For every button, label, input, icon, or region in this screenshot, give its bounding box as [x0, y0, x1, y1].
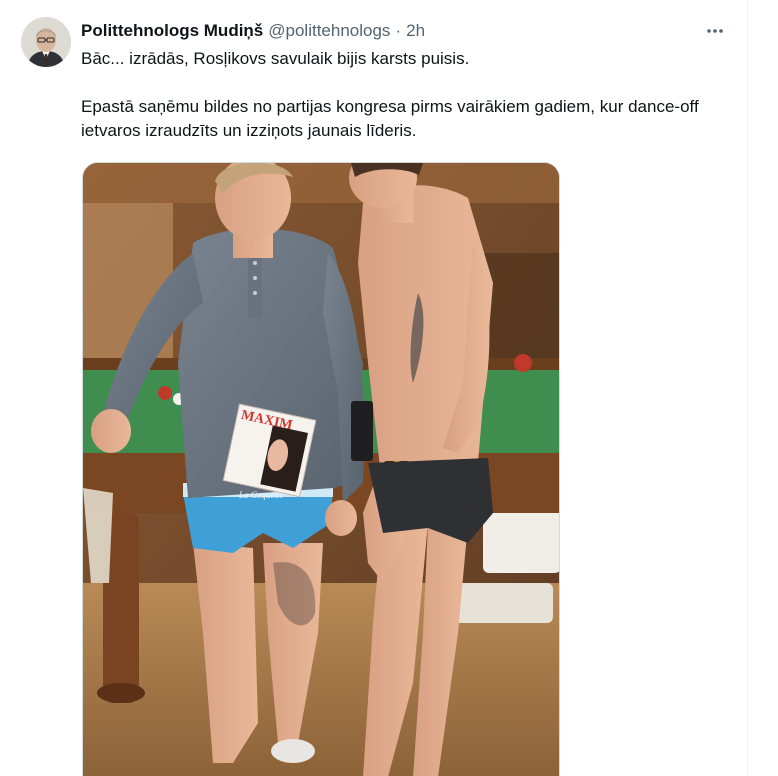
photo-illustration: MAXIM La Coquette [83, 163, 559, 776]
author-display-name[interactable]: Polittehnologs Mudiņš [81, 20, 263, 42]
tweet-text: Bāc... izrādās, Rosļikovs savulaik bijis… [81, 47, 721, 143]
profile-photo-avatar-icon [21, 17, 71, 67]
author-avatar[interactable] [21, 17, 71, 67]
author-handle[interactable]: @polittehnologs [268, 20, 390, 42]
header-separator: · [395, 21, 402, 40]
tweet-text-line-1: Bāc... izrādās, Rosļikovs savulaik bijis… [81, 49, 470, 68]
tweet-card[interactable]: Polittehnologs Mudiņš @polittehnologs · … [0, 0, 748, 776]
underwear-brand-label: La Coquette [238, 490, 283, 500]
more-options-button[interactable] [698, 17, 732, 45]
tweet-header: Polittehnologs Mudiņš @polittehnologs · … [81, 20, 425, 42]
more-horizontal-icon [707, 29, 723, 33]
tweet-timestamp[interactable]: 2h [406, 20, 425, 42]
tweet-media-photo[interactable]: MAXIM La Coquette [82, 162, 560, 776]
tweet-text-line-2: Epastā saņēmu bildes no partijas kongres… [81, 97, 699, 140]
